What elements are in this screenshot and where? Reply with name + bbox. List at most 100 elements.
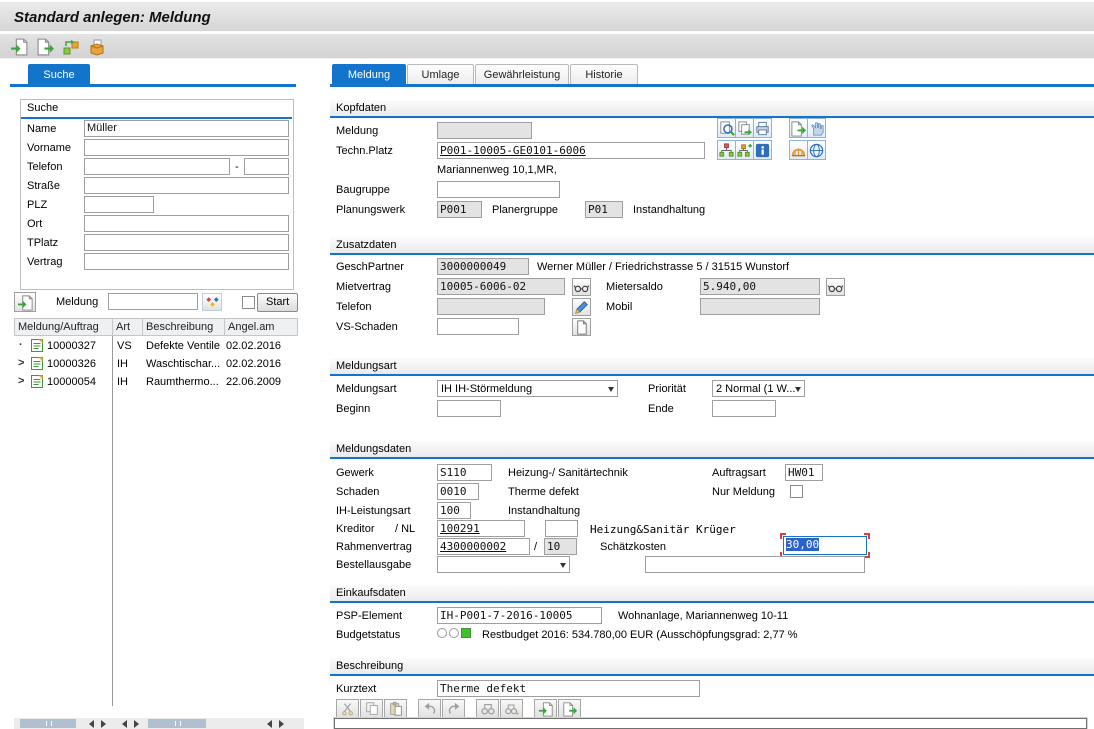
table-row-date[interactable]: 02.02.2016 (226, 358, 281, 370)
doc-import-icon[interactable] (14, 292, 36, 312)
strasse-input[interactable] (84, 177, 289, 194)
glasses-icon[interactable] (572, 278, 591, 296)
bestellausgabe-select[interactable] (437, 556, 570, 573)
vsschaden-input[interactable] (437, 318, 519, 335)
technplatz-input[interactable]: P001-10005-GE0101-6006 (437, 142, 705, 159)
plz-input[interactable] (84, 196, 154, 213)
baugruppe-label: Baugruppe (336, 184, 390, 196)
tree-expander[interactable]: > (18, 375, 24, 387)
baugruppe-input[interactable] (437, 181, 560, 198)
hand-icon[interactable] (807, 118, 826, 138)
rahmenvertrag-link[interactable]: 4300000002 (440, 540, 506, 553)
globe-icon[interactable] (807, 140, 826, 160)
magnifier-doc-icon[interactable] (717, 118, 736, 138)
table-row-beschreibung[interactable]: Defekte Ventile (146, 340, 220, 352)
paste-icon[interactable] (384, 699, 407, 718)
schaetzkosten-field[interactable]: 30,00 (783, 536, 867, 555)
schaetzkosten-value[interactable]: 30,00 (786, 538, 819, 551)
tab-umlage[interactable]: Umlage (407, 64, 474, 85)
scroll-right-arrow[interactable] (98, 718, 111, 729)
bestellausgabe-text-input[interactable] (645, 556, 865, 573)
column-header[interactable]: Beschreibung (143, 319, 225, 335)
rahmenvertrag-separator: / (534, 541, 537, 553)
table-row-art[interactable]: IH (117, 358, 128, 370)
meldungsart-select[interactable]: IH IH-Störmeldung (437, 380, 618, 397)
column-header[interactable]: Angel.am (225, 319, 297, 335)
nurmeldung-checkbox[interactable] (790, 485, 803, 498)
diamonds-icon[interactable] (202, 293, 222, 311)
tree-expander[interactable]: > (18, 357, 24, 369)
start-button[interactable]: Start (257, 293, 298, 312)
telefon-input[interactable] (84, 158, 230, 175)
table-row-beschreibung[interactable]: Raumthermo... (146, 376, 219, 388)
column-header[interactable]: Art (113, 319, 143, 335)
org-chart-icon[interactable] (717, 140, 736, 160)
ende-input[interactable] (712, 400, 776, 417)
scroll-right-arrow[interactable] (131, 718, 144, 729)
kreditor-input[interactable]: 100291 (437, 520, 525, 537)
undo-icon[interactable] (418, 699, 441, 718)
ort-input[interactable] (84, 215, 289, 232)
swap-icon[interactable] (60, 36, 82, 57)
blank-doc-icon[interactable] (572, 318, 591, 336)
column-header[interactable]: Meldung/Auftrag (15, 319, 113, 335)
copy-doc-icon[interactable] (735, 118, 754, 138)
tplatz-input[interactable] (84, 234, 289, 251)
package-icon[interactable] (86, 36, 108, 57)
vorname-input[interactable] (84, 139, 289, 156)
table-row-date[interactable]: 02.02.2016 (226, 340, 281, 352)
scroll-right-arrow[interactable] (276, 718, 289, 729)
info-icon[interactable] (753, 140, 772, 160)
long-text-editor[interactable] (334, 718, 1087, 729)
rahmenvertrag-input[interactable]: 4300000002 (437, 538, 530, 555)
vertrag-input[interactable] (84, 253, 289, 270)
gewerk-input[interactable]: S110 (437, 464, 492, 481)
table-row-art[interactable]: VS (117, 340, 132, 352)
scroll-left-arrow[interactable] (262, 718, 275, 729)
find-icon[interactable] (476, 699, 499, 718)
cut-icon[interactable] (336, 699, 359, 718)
org-chart-plus-icon[interactable] (735, 140, 754, 160)
technplatz-link[interactable]: P001-10005-GE0101-6006 (440, 144, 586, 157)
telefon2-input[interactable] (244, 158, 289, 175)
meldung-search-input[interactable] (108, 293, 198, 310)
pencil-icon[interactable] (572, 298, 591, 316)
find-next-icon[interactable] (500, 699, 523, 718)
tab-meldung[interactable]: Meldung (332, 64, 406, 85)
table-row-date[interactable]: 22.06.2009 (226, 376, 281, 388)
h-scrollbar-thumb[interactable] (148, 719, 206, 728)
copy-icon[interactable] (360, 699, 383, 718)
scroll-left-arrow[interactable] (84, 718, 97, 729)
tab-gewaehrleistung[interactable]: Gewährleistung (475, 64, 569, 85)
doc-export-icon[interactable] (34, 36, 56, 57)
doc-export-icon[interactable] (789, 118, 808, 138)
auftragsart-input[interactable]: HW01 (785, 464, 823, 481)
abacus-icon[interactable] (789, 140, 808, 160)
kurztext-input[interactable]: Therme defekt (437, 680, 700, 697)
start-checkbox[interactable] (242, 296, 255, 309)
doc-import-icon[interactable] (534, 699, 557, 718)
tab-historie[interactable]: Historie (570, 64, 638, 85)
tree-expander[interactable]: · (19, 339, 23, 351)
name-input[interactable]: Müller (84, 120, 289, 137)
table-row-id[interactable]: 10000327 (47, 340, 96, 352)
doc-export-icon[interactable] (558, 699, 581, 718)
kreditor-nl-input[interactable] (545, 520, 578, 537)
table-row-art[interactable]: IH (117, 376, 128, 388)
tab-suche[interactable]: Suche (28, 64, 90, 85)
table-row-id[interactable]: 10000054 (47, 376, 96, 388)
scroll-left-arrow[interactable] (117, 718, 130, 729)
schaden-input[interactable]: 0010 (437, 483, 479, 500)
table-row-id[interactable]: 10000326 (47, 358, 96, 370)
psp-input[interactable]: IH-P001-7-2016-10005 (437, 607, 602, 624)
redo-icon[interactable] (442, 699, 465, 718)
h-scrollbar-thumb[interactable] (20, 719, 76, 728)
prioritaet-select[interactable]: 2 Normal (1 W... (712, 380, 805, 397)
glasses-icon[interactable] (826, 278, 845, 296)
beginn-input[interactable] (437, 400, 501, 417)
printer-icon[interactable] (753, 118, 772, 138)
table-row-beschreibung[interactable]: Waschtischar... (146, 358, 220, 370)
kreditor-link[interactable]: 100291 (440, 522, 480, 535)
ihleistungsart-input[interactable]: 100 (437, 502, 471, 519)
doc-import-icon[interactable] (8, 36, 30, 57)
